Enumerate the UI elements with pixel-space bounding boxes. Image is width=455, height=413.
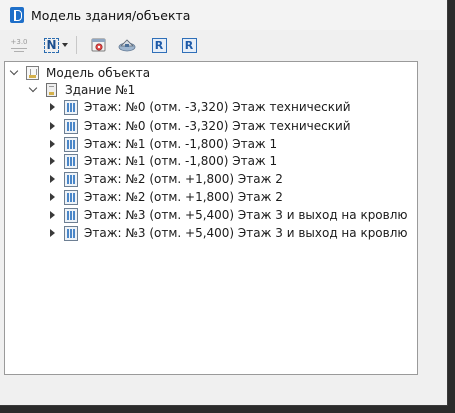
revit-import-button[interactable]: R [177,34,201,56]
expander-expand[interactable] [47,228,57,238]
tree-node-label: Этаж: №3 (отм. +5,400) Этаж 3 и выход на… [84,225,408,240]
tree-node-label: Этаж: №2 (отм. +1,800) Этаж 2 [84,171,283,186]
floor-icon [63,118,79,134]
expander-expand[interactable] [47,210,57,220]
chevron-down-icon [28,83,38,93]
tree-node-label: Этаж: №1 (отм. -1,800) Этаж 1 [84,136,278,151]
tree-node-label: Этаж: №0 (отм. -3,320) Этаж технический [84,118,351,133]
building-icon [44,82,60,98]
expander-expand[interactable] [47,139,57,149]
expander-expand[interactable] [47,102,57,112]
settings-button[interactable] [87,34,111,56]
floor-icon [63,189,79,205]
tree-node-label: Этаж: №0 (отм. -3,320) Этаж технический [84,99,351,114]
chevron-right-icon [49,174,55,183]
model-window: Модель здания/объекта +3.0 N R R Модель … [0,0,448,406]
tree-node-floor[interactable]: Этаж: №3 (отм. +5,400) Этаж 3 и выход на… [47,206,408,223]
elevation-line-icon [11,47,27,49]
numbering-dropdown-button[interactable]: N [42,34,70,56]
chevron-right-icon [49,210,55,219]
toolbar-separator [76,36,77,54]
floor-icon [63,136,79,152]
chevron-right-icon [49,156,55,165]
floor-icon [63,99,79,115]
expander-expand[interactable] [47,192,57,202]
window-title: Модель здания/объекта [31,7,191,23]
expander-collapse[interactable] [9,66,19,78]
app-icon [10,7,24,23]
tree-node-floor[interactable]: Этаж: №0 (отм. -3,320) Этаж технический [47,117,351,134]
chevron-right-icon [49,102,55,111]
tree-node-floor[interactable]: Этаж: №1 (отм. -1,800) Этаж 1 [47,152,277,169]
floor-icon [63,207,79,223]
tree-node-floor[interactable]: Этаж: №1 (отм. -1,800) Этаж 1 [47,135,277,152]
revit-import-icon: R [181,37,197,53]
floor-icon [63,171,79,187]
floor-icon [63,225,79,241]
floor-icon [63,153,79,169]
chevron-down-icon [9,66,19,76]
tree-node-label: Этаж: №2 (отм. +1,800) Этаж 2 [84,189,283,204]
tree-node-model[interactable]: Модель объекта [9,64,150,81]
expander-expand[interactable] [47,156,57,166]
tree-node-label: Здание №1 [65,82,136,97]
chevron-right-icon [49,228,55,237]
numbering-icon: N [44,37,59,53]
elevation-icon: +3.0 [10,37,28,46]
view-icon [118,39,136,52]
tree-node-floor[interactable]: Этаж: №3 (отм. +5,400) Этаж 3 и выход на… [47,224,408,241]
tree-node-floor[interactable]: Этаж: №0 (отм. -3,320) Этаж технический [47,98,351,115]
tree-node-label: Этаж: №3 (отм. +5,400) Этаж 3 и выход на… [84,207,408,222]
model-icon [25,65,41,81]
expander-expand[interactable] [47,121,57,131]
elevation-line-short-icon [14,50,24,52]
title-bar[interactable]: Модель здания/объекта [0,0,447,30]
model-tree[interactable]: Модель объекта Здание №1 Этаж: №0 (отм. … [4,61,418,375]
tree-node-floor[interactable]: Этаж: №2 (отм. +1,800) Этаж 2 [47,170,283,187]
tree-node-building[interactable]: Здание №1 [28,81,135,98]
expander-collapse[interactable] [28,83,38,95]
revit-export-button[interactable]: R [147,34,171,56]
settings-icon [91,38,106,52]
chevron-right-icon [49,192,55,201]
expander-expand[interactable] [47,174,57,184]
revit-export-icon: R [151,37,167,53]
tree-node-label: Этаж: №1 (отм. -1,800) Этаж 1 [84,153,278,168]
elevation-button[interactable]: +3.0 [8,34,30,56]
tree-node-label: Модель объекта [46,65,151,80]
toolbar: +3.0 N R R [0,31,447,59]
chevron-right-icon [49,121,55,130]
chevron-right-icon [49,139,55,148]
chevron-down-icon [62,43,68,47]
tree-node-floor[interactable]: Этаж: №2 (отм. +1,800) Этаж 2 [47,188,283,205]
view-button[interactable] [115,34,139,56]
